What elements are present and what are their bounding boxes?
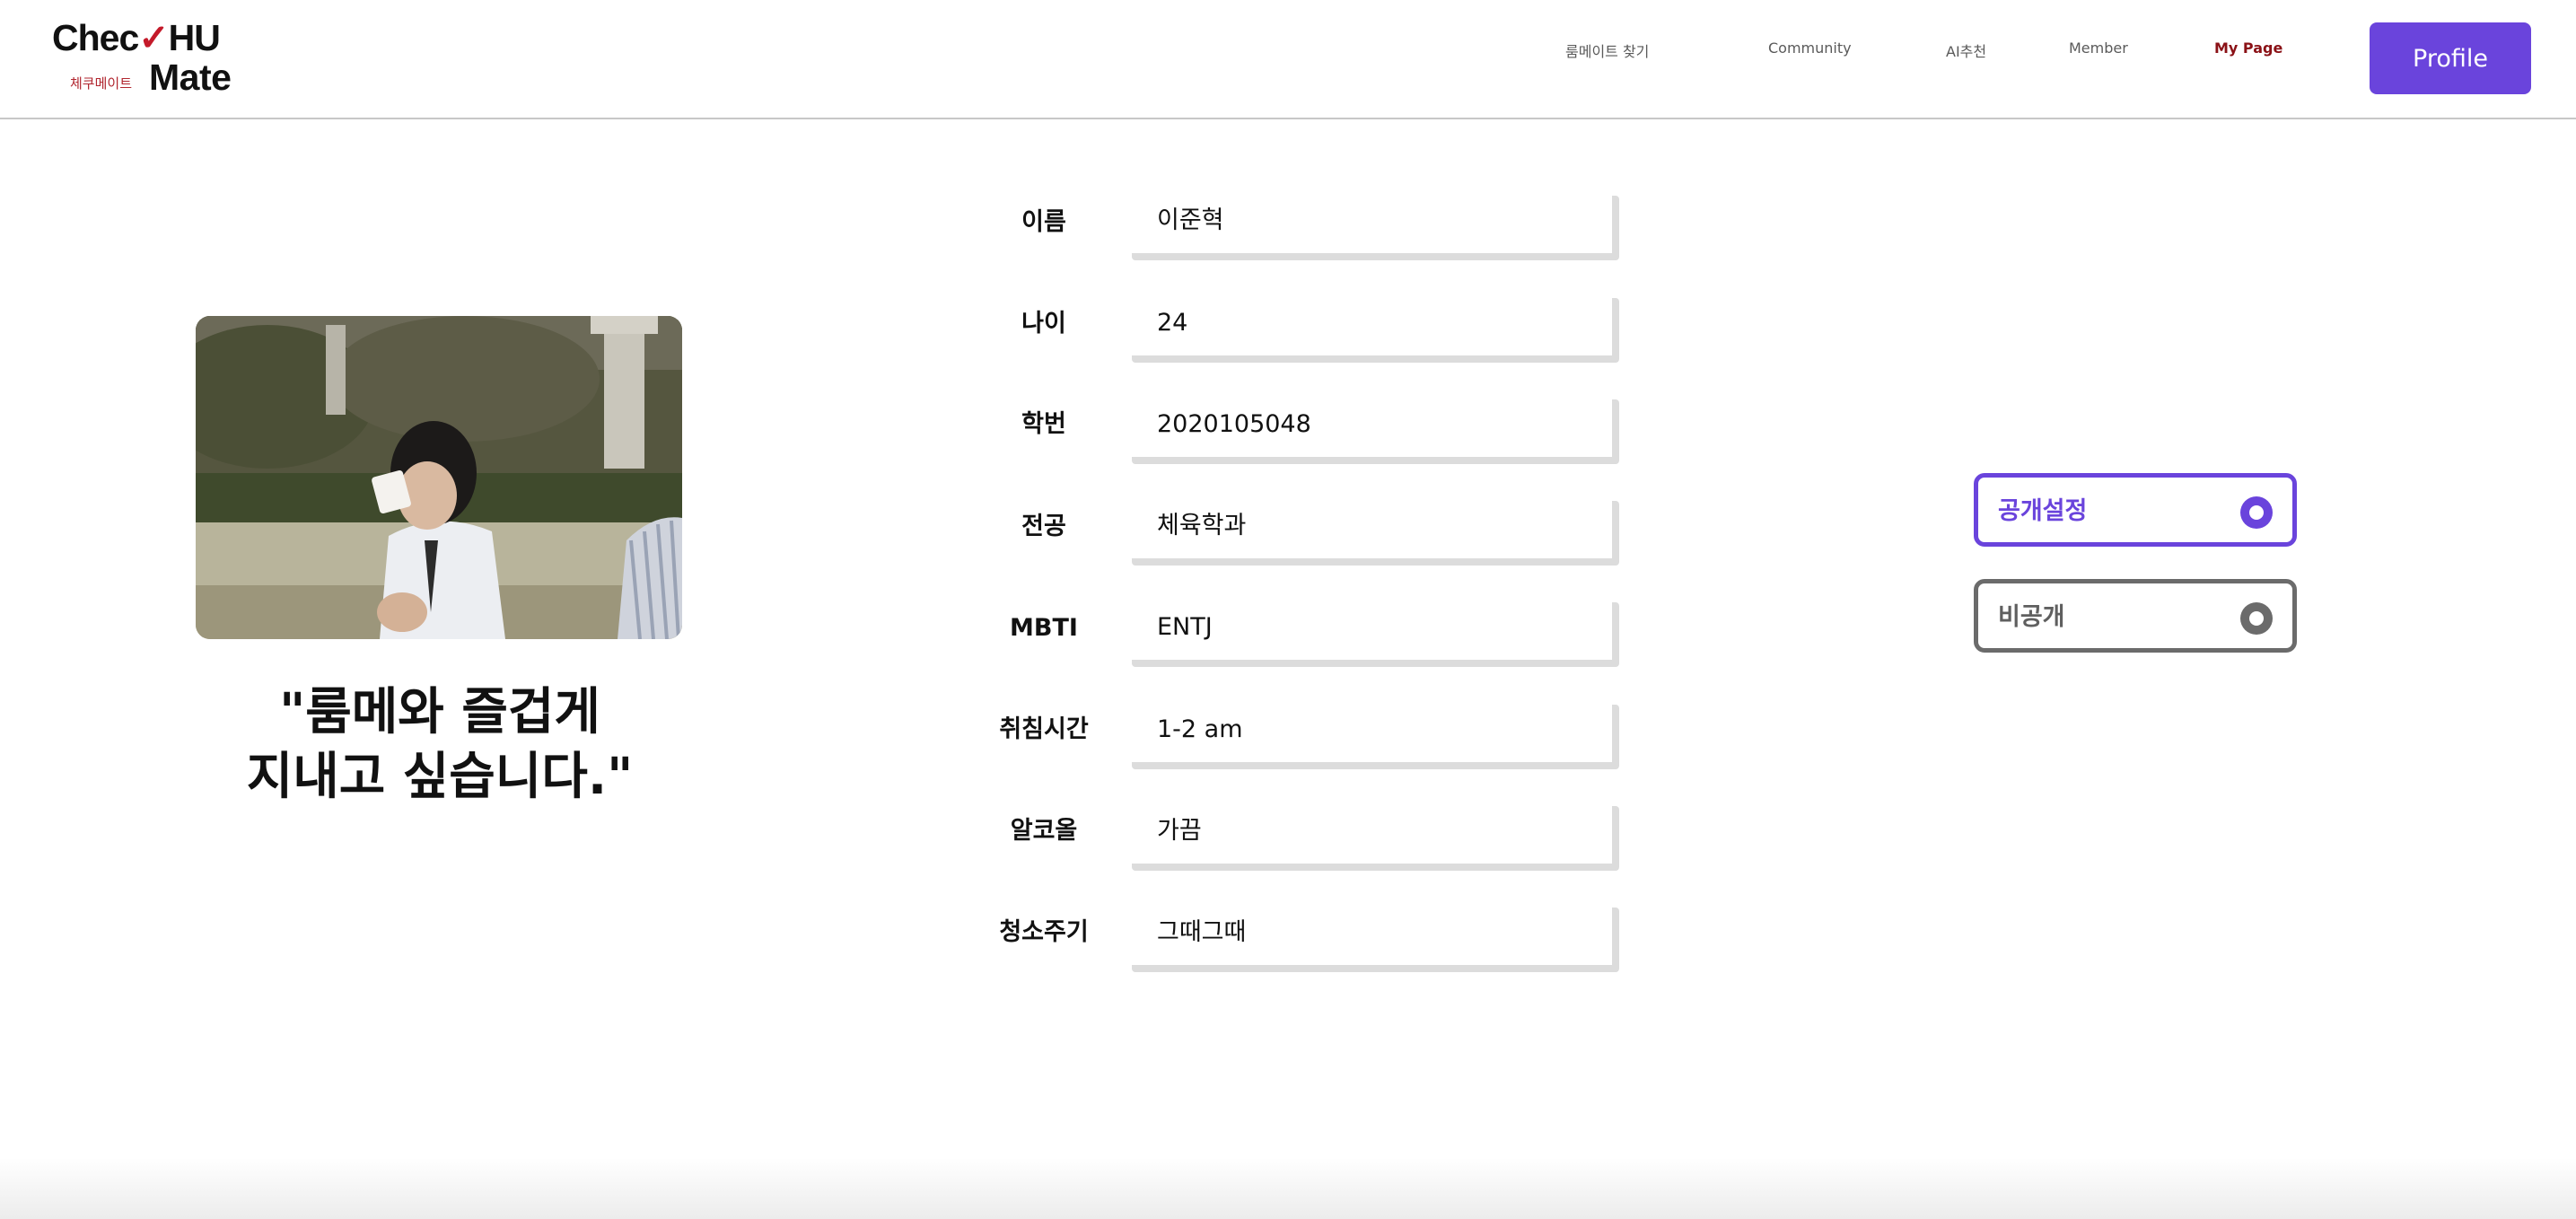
- field-name[interactable]: 이준혁: [1132, 196, 1619, 260]
- label-name: 이름: [1021, 208, 1066, 236]
- nav-find-roommate[interactable]: 룸메이트 찾기: [1565, 39, 1649, 61]
- label-student-id: 학번: [1021, 410, 1066, 438]
- profile-photo: [196, 316, 682, 639]
- field-major[interactable]: 체육학과: [1132, 501, 1619, 566]
- quote-line-1: "룸메와 즐겁게: [279, 683, 600, 741]
- bottom-shadow: [0, 1158, 2576, 1219]
- public-setting-label: 공개설정: [1998, 497, 2088, 525]
- field-cleaning[interactable]: 그때그때: [1132, 908, 1619, 972]
- label-bedtime: 취침시간: [999, 715, 1089, 743]
- profile-button[interactable]: Profile: [2370, 22, 2531, 94]
- field-bedtime[interactable]: 1-2 am: [1132, 705, 1619, 769]
- field-mbti[interactable]: ENTJ: [1132, 602, 1619, 667]
- logo-subtitle: 체쿠메이트: [70, 75, 133, 92]
- logo-check-mark: ✓: [138, 17, 169, 58]
- logo[interactable]: Chec✓HU 체쿠메이트 Mate: [52, 14, 258, 101]
- nav-member[interactable]: Member: [2069, 39, 2128, 57]
- label-major: 전공: [1021, 513, 1066, 540]
- field-alcohol[interactable]: 가끔: [1132, 806, 1619, 871]
- nav-ai-recommend[interactable]: AI추천: [1946, 39, 1986, 61]
- logo-prefix: Chec: [52, 17, 139, 58]
- label-alcohol: 알코올: [1010, 817, 1078, 845]
- top-header: Chec✓HU 체쿠메이트 Mate 룸메이트 찾기 Community AI추…: [0, 0, 2576, 119]
- quote-line-2: 지내고 싶습니다.": [246, 748, 634, 806]
- private-setting-option[interactable]: 비공개: [1974, 579, 2297, 653]
- nav-my-page[interactable]: My Page: [2214, 39, 2282, 57]
- field-student-id[interactable]: 2020105048: [1132, 399, 1619, 464]
- logo-suffix: HU: [168, 17, 221, 58]
- logo-line2: Mate: [149, 57, 232, 98]
- private-setting-label: 비공개: [1998, 603, 2065, 631]
- label-cleaning: 청소주기: [999, 918, 1089, 946]
- radio-icon[interactable]: [2240, 602, 2273, 635]
- label-mbti: MBTI: [1010, 614, 1078, 642]
- public-setting-option[interactable]: 공개설정: [1974, 473, 2297, 547]
- nav-community[interactable]: Community: [1768, 39, 1852, 57]
- field-age[interactable]: 24: [1132, 298, 1619, 363]
- label-age: 나이: [1021, 310, 1066, 338]
- radio-selected-icon[interactable]: [2240, 496, 2273, 529]
- profile-quote: "룸메와 즐겁게 지내고 싶습니다.": [180, 680, 700, 810]
